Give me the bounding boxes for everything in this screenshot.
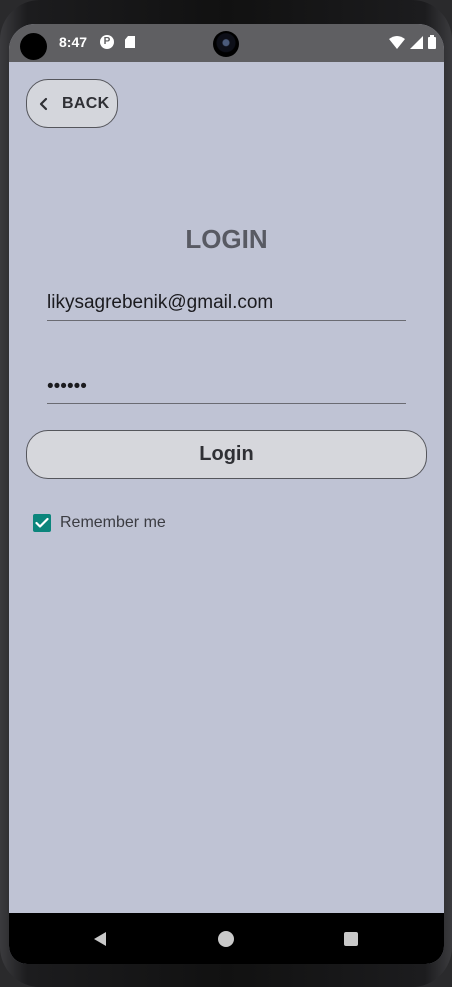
checkbox-checked-icon[interactable] [33, 514, 51, 532]
p-icon: P [100, 35, 114, 49]
chevron-left-icon [38, 97, 50, 111]
phone-frame: 8:47 P BACK LOGIN likysagrebenik@gmail.c… [0, 0, 452, 987]
email-field[interactable]: likysagrebenik@gmail.com [47, 288, 406, 321]
punch-hole [20, 33, 47, 60]
home-circle-icon[interactable] [218, 931, 234, 947]
battery-icon [428, 35, 436, 49]
app-screen: 8:47 P BACK LOGIN likysagrebenik@gmail.c… [9, 24, 444, 964]
front-camera [213, 31, 239, 57]
wifi-icon [389, 35, 405, 49]
login-button[interactable]: Login [26, 430, 427, 479]
status-icons [389, 34, 436, 50]
sd-card-icon [125, 36, 135, 48]
remember-me-label: Remember me [60, 514, 166, 531]
remember-me-checkbox[interactable]: Remember me [33, 513, 166, 533]
status-bar: 8:47 P [9, 24, 444, 62]
page-title: LOGIN [185, 224, 268, 254]
navigation-bar [9, 913, 444, 964]
signal-icon [410, 35, 423, 49]
back-triangle-icon[interactable] [91, 930, 109, 948]
back-button[interactable]: BACK [26, 79, 118, 128]
recents-square-icon[interactable] [344, 932, 358, 946]
status-time: 8:47 [59, 34, 88, 50]
password-field[interactable]: •••••• [47, 370, 406, 404]
back-button-label: BACK [62, 94, 110, 112]
